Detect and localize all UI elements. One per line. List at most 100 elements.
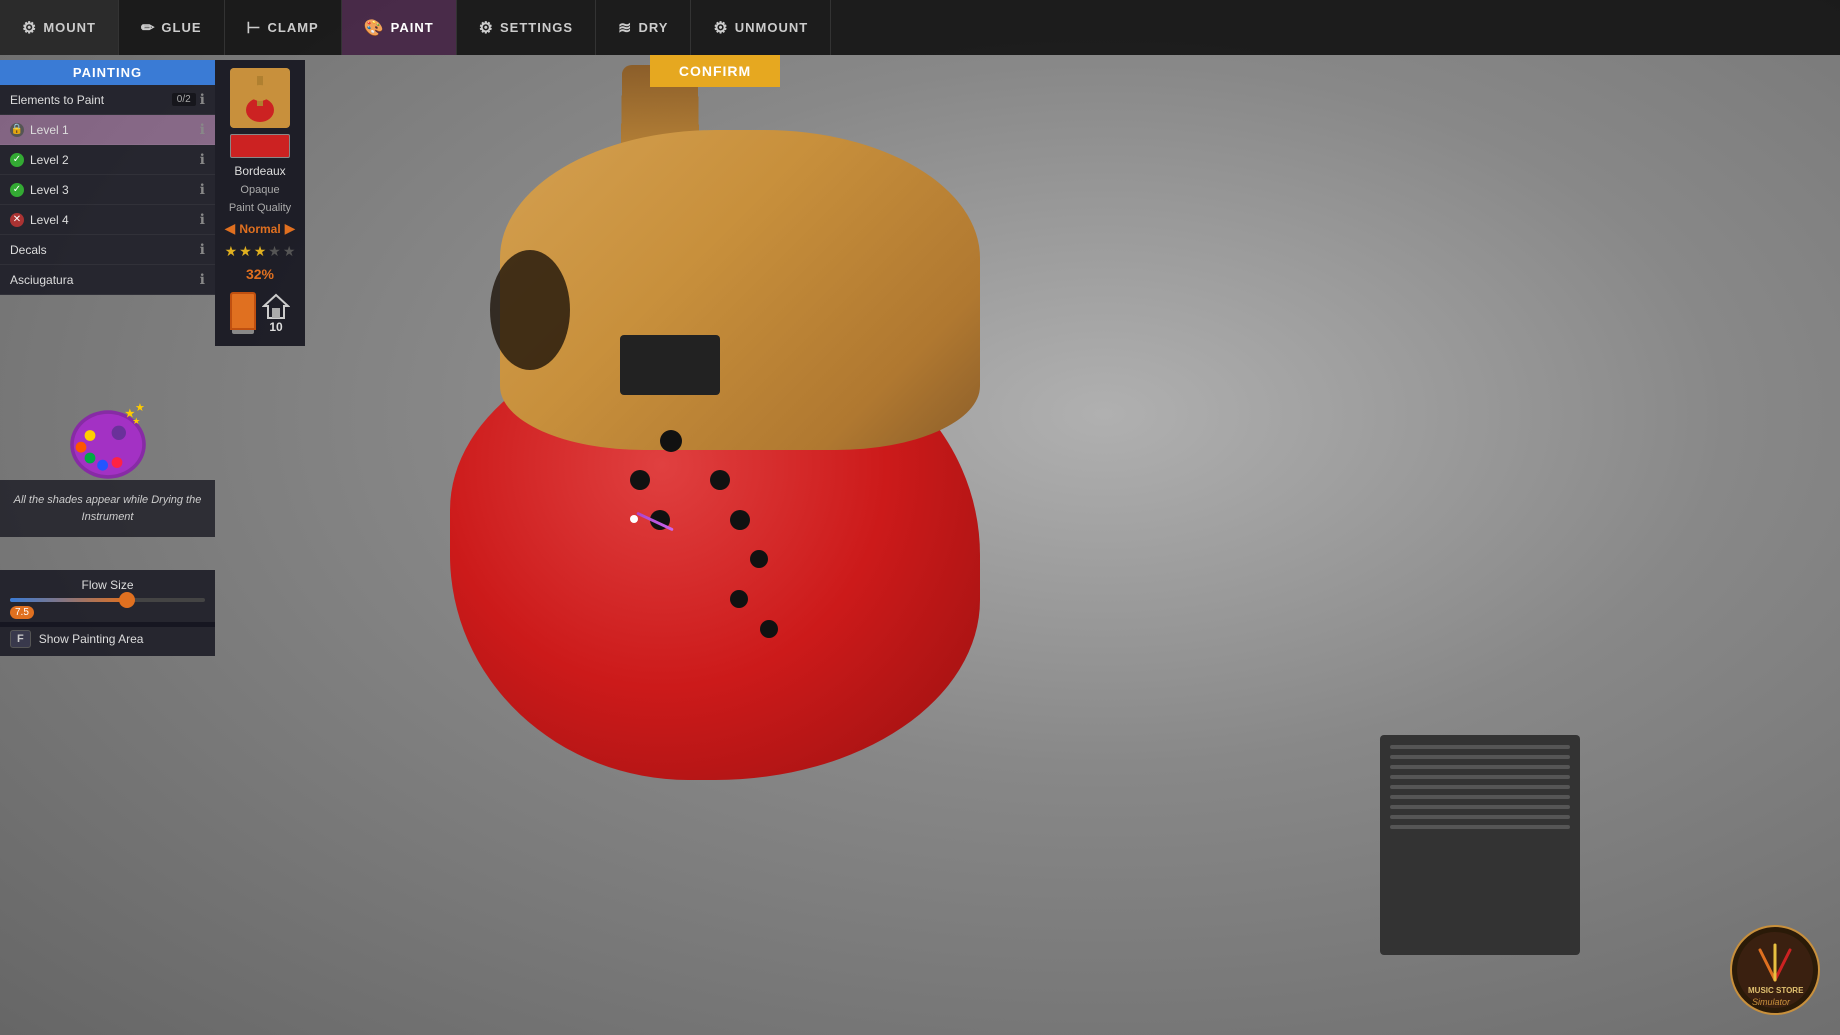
stars-row: ★ ★ ★ ★ ★: [225, 243, 296, 260]
level2-row[interactable]: ✓ Level 2 ℹ: [0, 145, 215, 175]
svg-text:★: ★: [135, 402, 145, 414]
guitar-hole-1: [660, 430, 682, 452]
paint-icon: 🎨: [364, 18, 385, 38]
level4-label: Level 4: [30, 213, 69, 227]
star-1: ★: [225, 243, 238, 260]
decals-label: Decals: [10, 243, 47, 257]
nav-glue[interactable]: ✏ GLUE: [119, 0, 225, 55]
asciugatura-info-icon[interactable]: ℹ: [200, 271, 205, 288]
nav-paint-label: PAINT: [391, 20, 434, 35]
confirm-button[interactable]: CONFIRM: [650, 55, 780, 87]
guitar-cutaway: [490, 250, 570, 370]
flow-slider[interactable]: [10, 598, 205, 602]
nav-settings-label: SETTINGS: [500, 20, 573, 35]
nav-clamp[interactable]: ⊢ CLAMP: [225, 0, 342, 55]
info-text: All the shades appear while Drying the I…: [14, 494, 202, 523]
level2-status: ✓: [10, 153, 24, 167]
logo: MUSIC STORE Simulator: [1730, 925, 1820, 1015]
flow-section: Flow Size 7.5: [0, 570, 215, 627]
thumbnail-svg: [230, 68, 290, 128]
nav-glue-label: GLUE: [161, 20, 201, 35]
clamp-icon: ⊢: [247, 18, 262, 38]
show-painting-area-row[interactable]: F Show Painting Area: [0, 622, 215, 656]
star-4: ★: [268, 243, 281, 260]
palette-svg-icon: ★ ★ ★: [63, 395, 153, 485]
color-panel: Bordeaux Opaque Paint Quality ◀ Normal ▶…: [215, 60, 305, 346]
level2-label: Level 2: [30, 153, 69, 167]
color-name: Bordeaux: [234, 164, 285, 178]
svg-text:★: ★: [132, 416, 140, 426]
decals-row[interactable]: Decals ℹ: [0, 235, 215, 265]
nav-unmount-label: UNMOUNT: [735, 20, 808, 35]
level4-row[interactable]: ✕ Level 4 ℹ: [0, 205, 215, 235]
left-panel: PAINTING Elements to Paint 0/2 ℹ 🔒 Level…: [0, 60, 215, 295]
paint-can-base: [232, 330, 254, 334]
level3-row[interactable]: ✓ Level 3 ℹ: [0, 175, 215, 205]
logo-svg: MUSIC STORE Simulator: [1730, 925, 1820, 1015]
paint-can[interactable]: [230, 292, 256, 330]
vent: [1380, 735, 1580, 955]
elements-info-icon[interactable]: ℹ: [200, 91, 205, 108]
settings-icon: ⚙: [479, 18, 494, 38]
level4-info-icon[interactable]: ℹ: [200, 211, 205, 228]
guitar-bridge: [620, 335, 720, 395]
level4-status: ✕: [10, 213, 24, 227]
nav-clamp-label: CLAMP: [267, 20, 318, 35]
elements-to-paint-row: Elements to Paint 0/2 ℹ: [0, 85, 215, 115]
elements-label: Elements to Paint: [10, 93, 104, 107]
guitar-thumbnail[interactable]: [230, 68, 290, 128]
mount-icon: ⚙: [22, 18, 37, 38]
opacity-label: Opaque: [240, 184, 279, 196]
guitar-hole-2: [630, 470, 650, 490]
elements-count: 0/2: [172, 93, 196, 106]
level1-status: 🔒: [10, 123, 24, 137]
dry-icon: ≋: [618, 18, 632, 38]
asciugatura-label: Asciugatura: [10, 273, 73, 287]
brush-cursor-dot: [630, 515, 638, 523]
level3-info-icon[interactable]: ℹ: [200, 181, 205, 198]
quality-prev-arrow[interactable]: ◀: [225, 220, 236, 237]
house-icon-wrap: 10: [262, 292, 290, 334]
level1-label: Level 1: [30, 123, 69, 137]
nav-dry-label: DRY: [638, 20, 668, 35]
level2-info-icon[interactable]: ℹ: [200, 151, 205, 168]
nav-settings[interactable]: ⚙ SETTINGS: [457, 0, 596, 55]
percent-label: 32%: [246, 266, 274, 282]
guitar-body-wood: [500, 130, 980, 450]
unmount-icon: ⚙: [713, 18, 728, 38]
quality-label: Paint Quality: [229, 202, 291, 214]
house-icon: [262, 292, 290, 320]
flow-fill: [10, 598, 127, 602]
quality-row: ◀ Normal ▶: [225, 220, 296, 237]
quality-value: Normal: [239, 222, 280, 236]
nav-paint[interactable]: 🎨 PAINT: [342, 0, 457, 55]
paint-tools-row: 10: [230, 288, 290, 338]
color-swatch[interactable]: [230, 134, 290, 158]
quality-next-arrow[interactable]: ▶: [285, 220, 296, 237]
count-label: 10: [269, 320, 282, 334]
glue-icon: ✏: [141, 18, 155, 38]
level3-status: ✓: [10, 183, 24, 197]
star-2: ★: [239, 243, 252, 260]
topbar: ⚙ MOUNT ✏ GLUE ⊢ CLAMP 🎨 PAINT ⚙ SETTING…: [0, 0, 1840, 55]
flow-label: Flow Size: [10, 578, 205, 592]
asciugatura-row[interactable]: Asciugatura ℹ: [0, 265, 215, 295]
level1-row[interactable]: 🔒 Level 1 ℹ: [0, 115, 215, 145]
nav-dry[interactable]: ≋ DRY: [596, 0, 691, 55]
decals-info-icon[interactable]: ℹ: [200, 241, 205, 258]
flow-thumb[interactable]: [119, 592, 135, 608]
palette-icon-area: ★ ★ ★: [0, 390, 215, 490]
guitar-hole-8: [760, 620, 778, 638]
nav-mount[interactable]: ⚙ MOUNT: [0, 0, 119, 55]
svg-text:MUSIC STORE: MUSIC STORE: [1748, 986, 1804, 995]
guitar-hole-5: [730, 510, 750, 530]
flow-value: 7.5: [10, 606, 34, 619]
level1-info-icon[interactable]: ℹ: [200, 121, 205, 138]
panel-title: PAINTING: [0, 60, 215, 85]
show-painting-key: F: [10, 630, 31, 648]
star-3: ★: [254, 243, 267, 260]
nav-unmount[interactable]: ⚙ UNMOUNT: [691, 0, 831, 55]
nav-mount-label: MOUNT: [43, 20, 96, 35]
guitar-hole-7: [730, 590, 748, 608]
guitar-hole-4: [710, 470, 730, 490]
